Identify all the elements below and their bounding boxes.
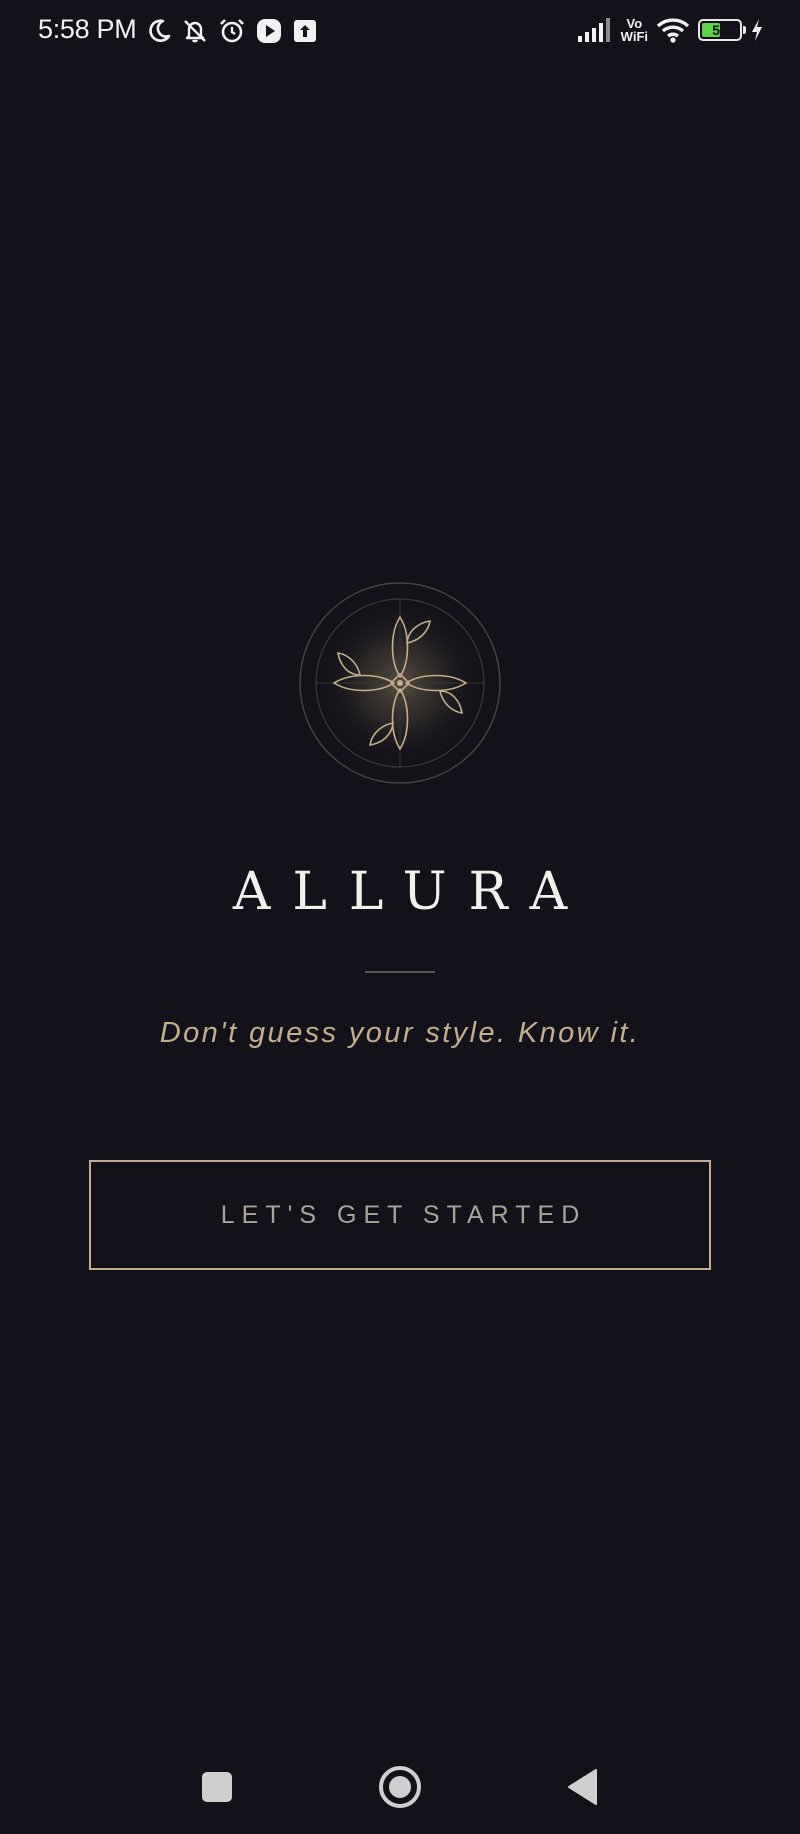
floral-emblem-icon [299, 582, 501, 784]
home-button[interactable] [375, 1762, 425, 1812]
title-divider [365, 971, 435, 973]
wifi-icon [656, 18, 690, 43]
status-left-icons [146, 16, 318, 46]
moon-icon [149, 19, 171, 42]
vowifi-bottom-text: WiFi [620, 29, 648, 44]
alarm-icon [220, 19, 244, 43]
back-icon [568, 1769, 597, 1805]
back-button[interactable] [558, 1762, 608, 1812]
battery-level: 55 [712, 22, 728, 38]
status-right-icons: Vo WiFi 55 [577, 14, 764, 46]
upload-icon [294, 20, 316, 42]
navigation-bar [0, 1740, 800, 1834]
recents-button[interactable] [192, 1762, 242, 1812]
play-icon [257, 19, 281, 43]
vowifi-icon: Vo WiFi [621, 17, 648, 43]
get-started-button[interactable]: LET'S GET STARTED [89, 1160, 711, 1270]
get-started-label: LET'S GET STARTED [220, 1200, 587, 1229]
tagline: Don't guess your style. Know it. [159, 1017, 641, 1049]
status-bar: 5:58 PM Vo WiFi 55 [0, 0, 800, 60]
home-icon [379, 1766, 421, 1808]
recents-icon [202, 1772, 232, 1802]
status-time: 5:58 PM [38, 14, 137, 44]
bell-off-icon [184, 20, 206, 43]
brand-title: ALLURA [232, 862, 590, 922]
signal-icon [577, 18, 610, 42]
charging-icon [752, 19, 762, 41]
battery-icon: 55 [698, 19, 746, 41]
